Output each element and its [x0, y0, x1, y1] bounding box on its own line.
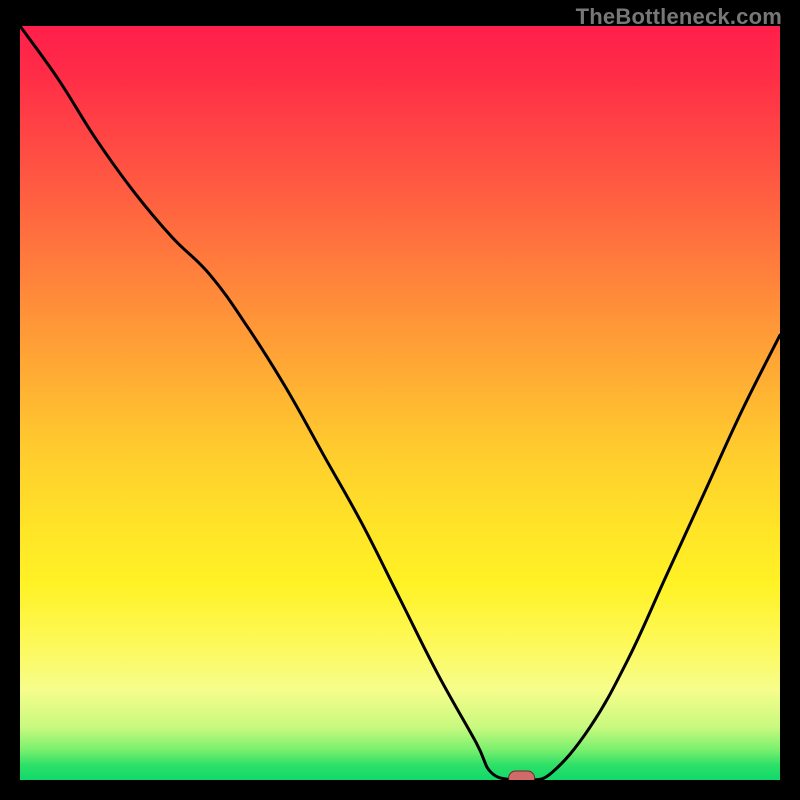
chart-svg — [20, 26, 780, 780]
minimum-marker — [509, 771, 535, 780]
chart-frame: TheBottleneck.com — [0, 0, 800, 800]
plot-area — [20, 26, 780, 780]
bottleneck-curve — [20, 26, 780, 780]
watermark-text: TheBottleneck.com — [576, 4, 782, 30]
